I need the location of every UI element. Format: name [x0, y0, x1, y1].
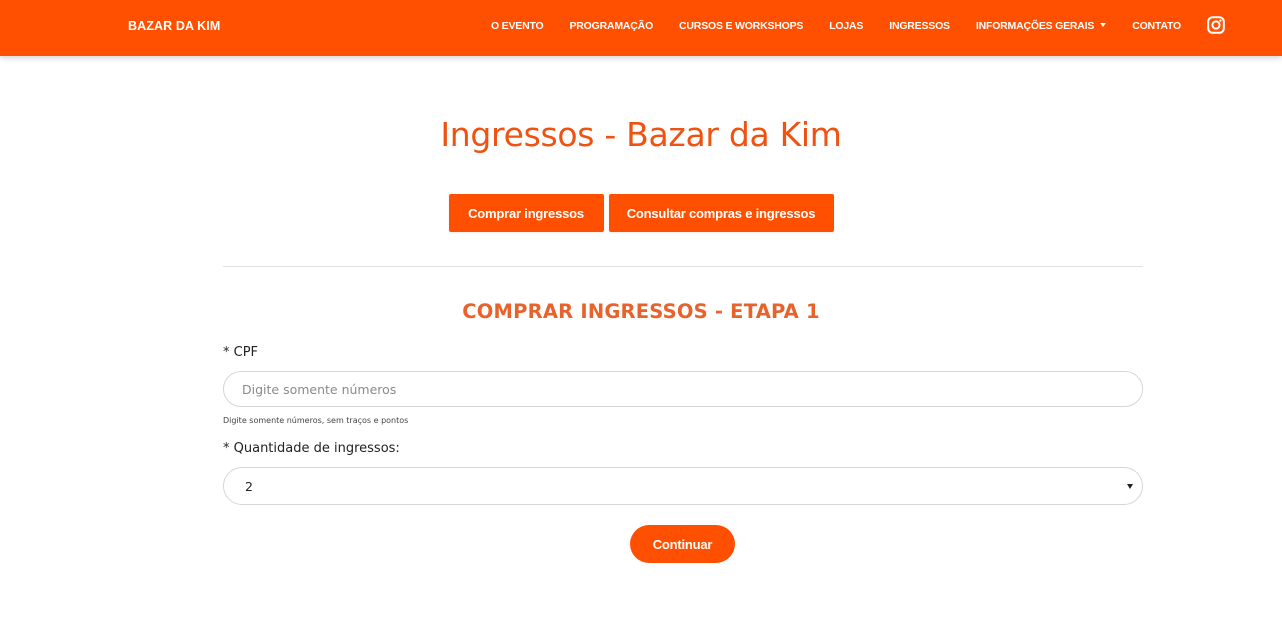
nav-link-contato[interactable]: CONTATO [1132, 18, 1181, 34]
caret-down-icon [1100, 23, 1107, 27]
cpf-label: * CPF [223, 345, 259, 360]
nav-link-cursos-workshops[interactable]: CURSOS E WORKSHOPS [679, 18, 803, 34]
cpf-input[interactable] [223, 371, 1143, 407]
step-title: COMPRAR INGRESSOS - ETAPA 1 [462, 300, 820, 323]
divider [223, 266, 1143, 267]
navbar: BAZAR DA KIM O EVENTO PROGRAMAÇÃO CURSOS… [0, 0, 1282, 56]
nav-link-lojas[interactable]: LOJAS [829, 18, 863, 34]
main-nav: O EVENTO PROGRAMAÇÃO CURSOS E WORKSHOPS … [491, 18, 1181, 34]
nav-link-programacao[interactable]: PROGRAMAÇÃO [569, 18, 653, 34]
nav-dropdown-informacoes-gerais[interactable]: INFORMAÇÕES GERAIS [975, 18, 1107, 34]
quantity-select[interactable]: 2 [223, 467, 1143, 505]
chevron-down-icon [1127, 484, 1133, 489]
cpf-help-text: Digite somente números, sem traços e pon… [223, 416, 409, 425]
page-title: Ingressos - Bazar da Kim [440, 115, 842, 154]
ticket-action-buttons: Comprar ingressos Consultar compras e in… [0, 194, 1282, 232]
quantity-label: * Quantidade de ingressos: [223, 441, 400, 456]
brand-link[interactable]: BAZAR DA KIM [128, 18, 220, 34]
quantity-selected-value: 2 [245, 479, 253, 494]
nav-dropdown-label: INFORMAÇÕES GERAIS [975, 20, 1095, 32]
nav-link-ingressos[interactable]: INGRESSOS [889, 18, 950, 34]
instagram-icon[interactable] [1207, 16, 1225, 34]
check-purchases-button[interactable]: Consultar compras e ingressos [608, 194, 834, 232]
buy-tickets-button[interactable]: Comprar ingressos [448, 194, 604, 232]
nav-link-o-evento[interactable]: O EVENTO [491, 18, 544, 34]
continue-button[interactable]: Continuar [630, 525, 735, 563]
